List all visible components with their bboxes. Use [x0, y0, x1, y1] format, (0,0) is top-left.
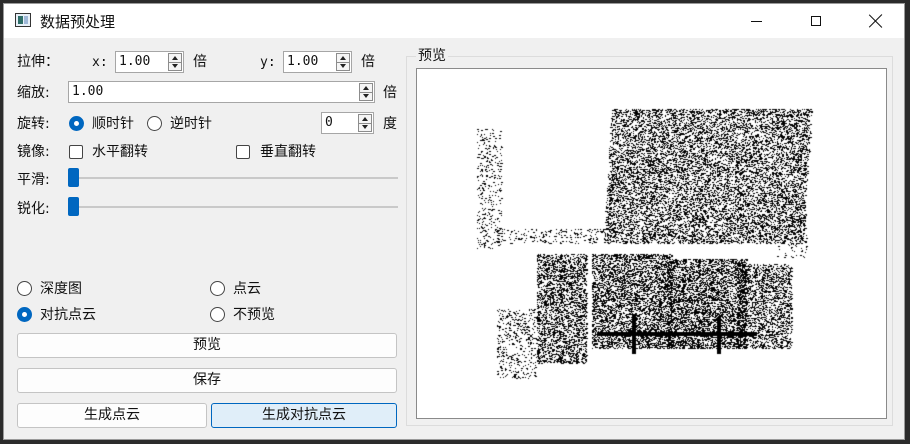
mode-adversarial-label[interactable]: 对抗点云	[40, 306, 96, 324]
spin-arrows-icon[interactable]	[359, 83, 373, 101]
generate-point-cloud-button[interactable]: 生成点云	[17, 403, 207, 428]
maximize-button[interactable]	[787, 4, 845, 38]
sharpen-slider-track[interactable]	[68, 206, 398, 208]
rotate-ccw-label[interactable]: 逆时针	[170, 115, 212, 133]
spin-arrows-icon[interactable]	[336, 53, 350, 71]
mirror-label: 镜像:	[17, 144, 50, 160]
stretch-x-value: 1.00	[119, 54, 151, 69]
rotate-label: 旋转:	[17, 116, 50, 132]
scale-label: 缩放:	[17, 85, 50, 101]
close-button[interactable]	[847, 4, 905, 38]
preview-group-title: 预览	[416, 47, 448, 65]
main-window: 数据预处理 拉伸： x: 1.00 倍 y: 1.00 倍 缩放: 1.00 倍…	[3, 3, 905, 440]
scale-unit: 倍	[383, 85, 397, 101]
mode-point-cloud-label[interactable]: 点云	[233, 280, 261, 298]
rotate-unit: 度	[383, 116, 397, 132]
spin-arrows-icon[interactable]	[358, 114, 372, 132]
rotate-cw-radio[interactable]	[69, 116, 84, 131]
spin-arrows-icon[interactable]	[168, 53, 182, 71]
sharpen-slider-handle[interactable]	[68, 197, 79, 216]
rotate-degrees-value: 0	[325, 115, 333, 130]
preview-button[interactable]: 预览	[17, 333, 397, 358]
scale-spinbox[interactable]: 1.00	[68, 81, 375, 103]
stretch-y-label: y:	[260, 55, 276, 70]
mirror-vertical-label[interactable]: 垂直翻转	[260, 143, 316, 161]
sharpen-label: 锐化:	[17, 201, 50, 217]
minimize-icon	[750, 20, 762, 22]
stretch-y-unit: 倍	[361, 54, 375, 70]
smooth-slider-track[interactable]	[68, 177, 398, 179]
preview-image	[416, 68, 887, 419]
mode-point-cloud-radio[interactable]	[210, 281, 225, 296]
smooth-slider-handle[interactable]	[68, 168, 79, 187]
generate-adversarial-button[interactable]: 生成对抗点云	[211, 403, 397, 428]
mirror-horizontal-label[interactable]: 水平翻转	[92, 143, 148, 161]
close-icon	[869, 14, 883, 28]
stretch-x-spinbox[interactable]: 1.00	[115, 51, 184, 73]
mode-depth-radio[interactable]	[17, 281, 32, 296]
mode-depth-label[interactable]: 深度图	[40, 280, 82, 298]
mode-adversarial-radio[interactable]	[17, 307, 32, 322]
window-title: 数据预处理	[40, 13, 116, 31]
stretch-x-label: x:	[92, 55, 108, 70]
scale-value: 1.00	[72, 84, 104, 99]
stretch-label: 拉伸：	[17, 54, 59, 70]
save-button[interactable]: 保存	[17, 368, 397, 393]
smooth-label: 平滑:	[17, 172, 50, 188]
stretch-y-spinbox[interactable]: 1.00	[283, 51, 352, 73]
rotate-ccw-radio[interactable]	[147, 116, 162, 131]
mirror-horizontal-checkbox[interactable]	[69, 145, 83, 159]
title-bar: 数据预处理	[4, 4, 904, 38]
rotate-cw-label[interactable]: 顺时针	[92, 115, 134, 133]
maximize-icon	[811, 16, 821, 26]
mirror-vertical-checkbox[interactable]	[236, 145, 250, 159]
mode-no-preview-label[interactable]: 不预览	[233, 306, 275, 324]
stretch-y-value: 1.00	[287, 54, 319, 69]
point-cloud-preview	[417, 69, 886, 418]
mode-no-preview-radio[interactable]	[210, 307, 225, 322]
minimize-button[interactable]	[727, 4, 785, 38]
stretch-x-unit: 倍	[193, 54, 207, 70]
rotate-degrees-spinbox[interactable]: 0	[321, 112, 374, 134]
app-icon	[15, 13, 31, 27]
